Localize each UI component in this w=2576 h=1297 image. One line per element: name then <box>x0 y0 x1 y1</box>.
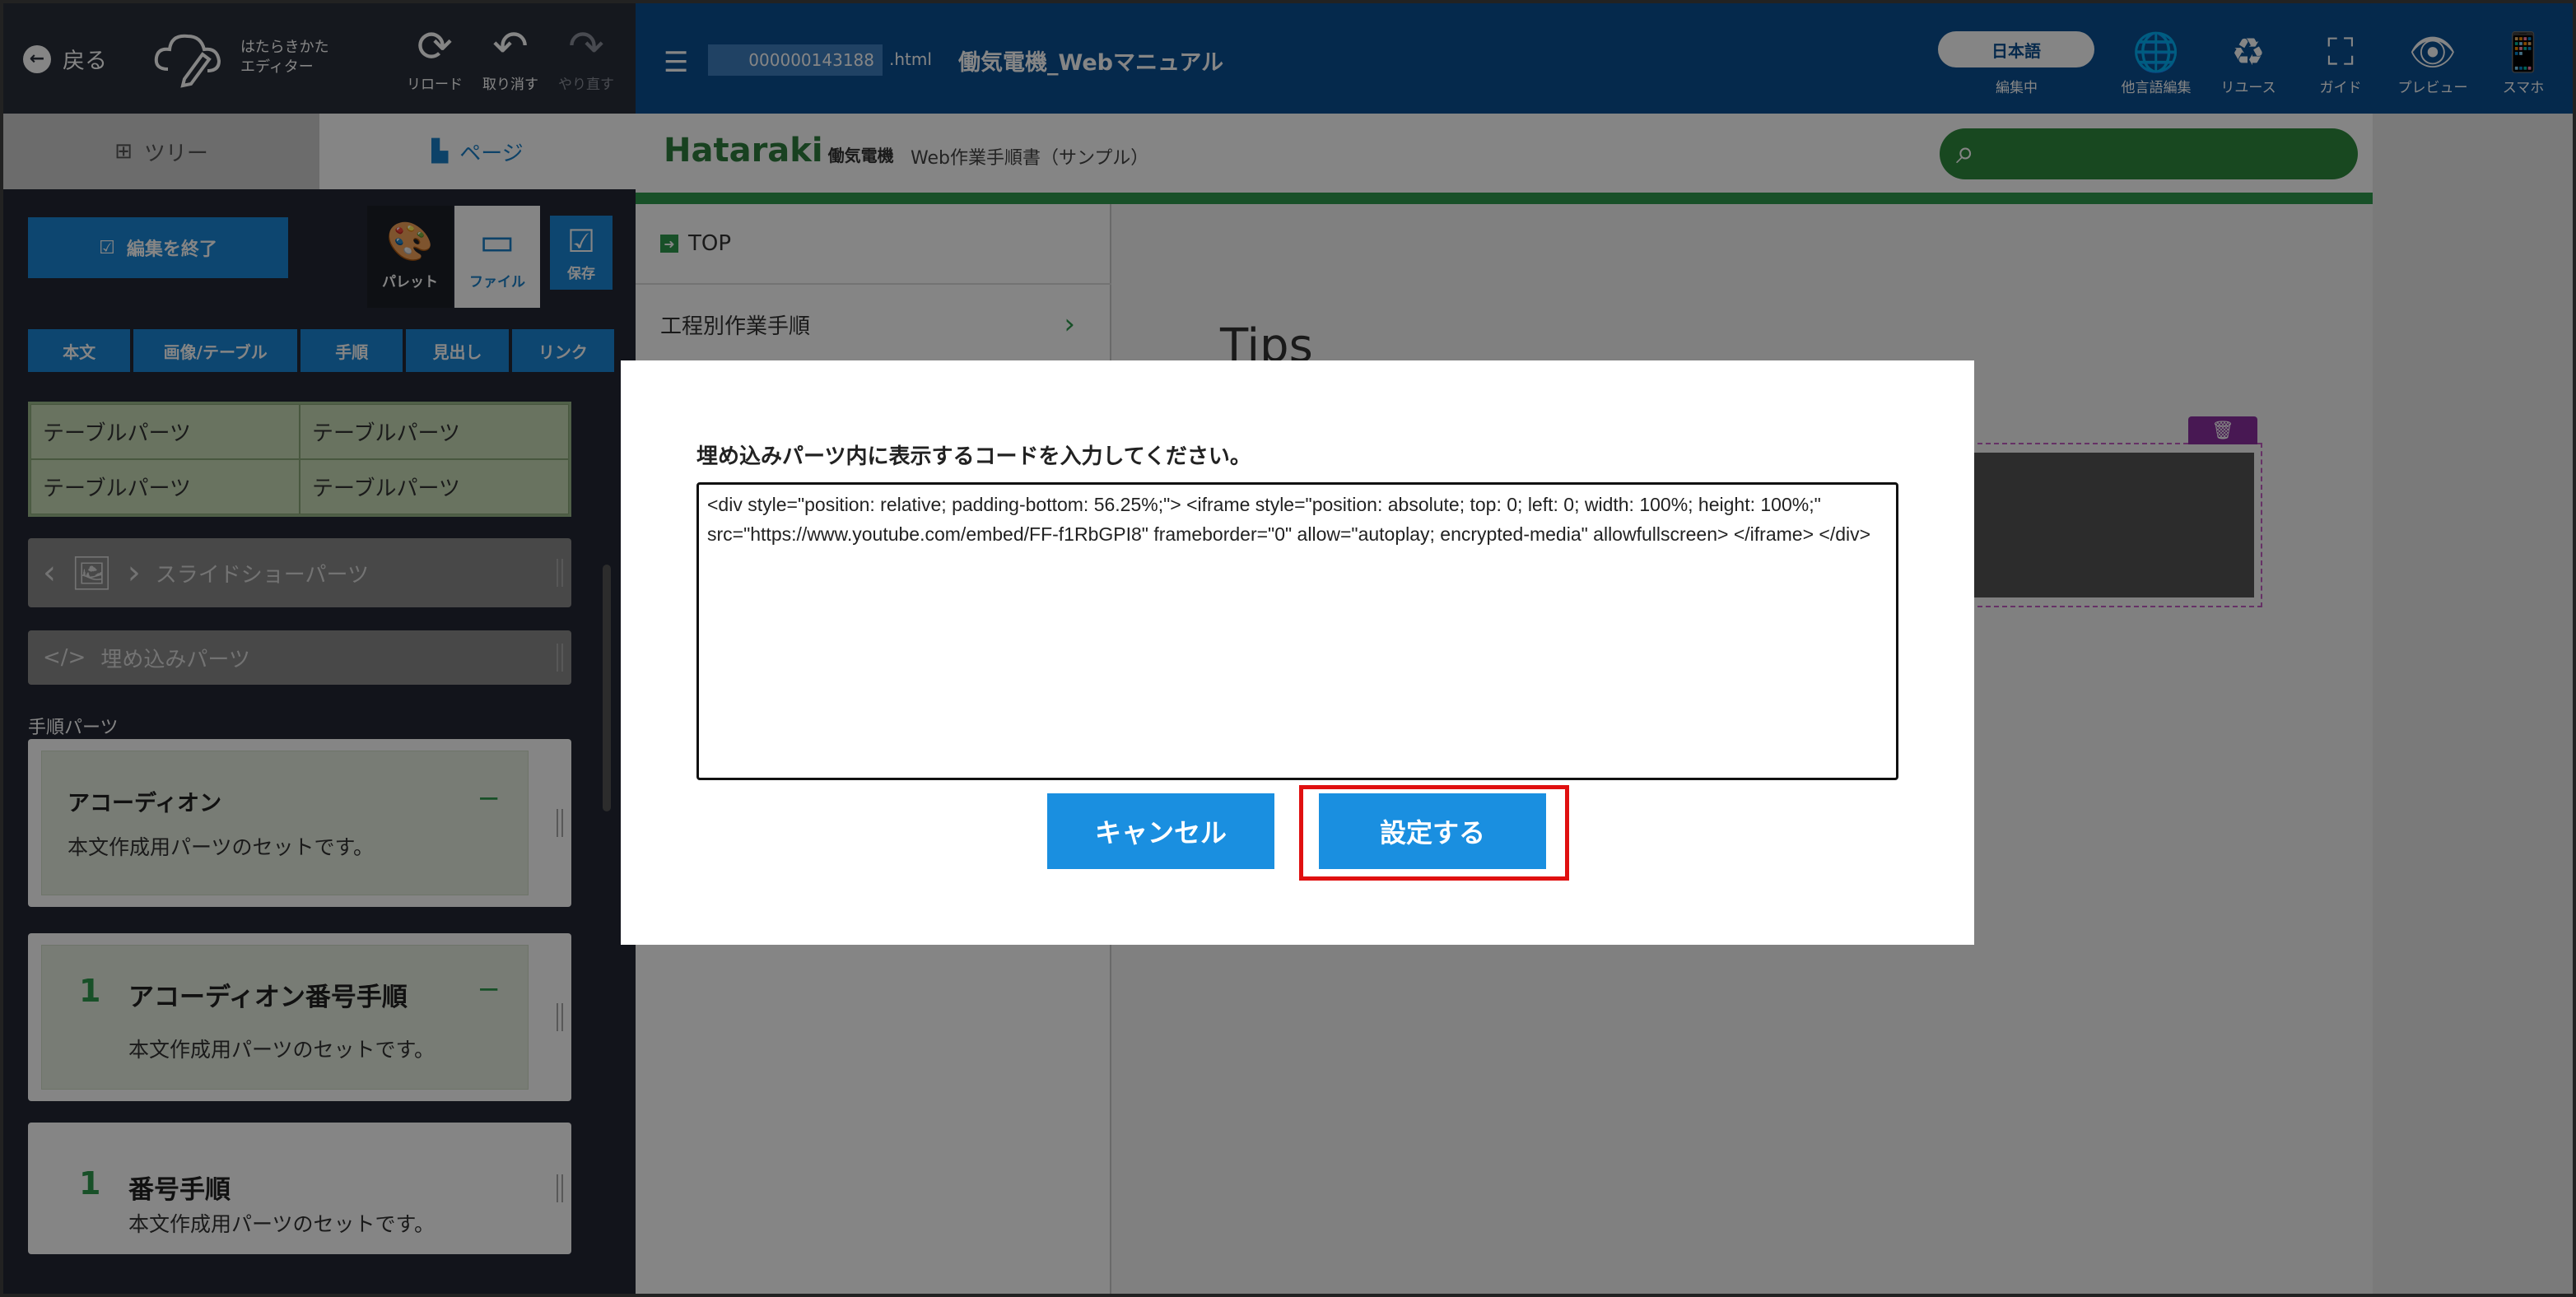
cancel-button[interactable]: キャンセル <box>1047 793 1274 869</box>
embed-code-input[interactable]: <div style="position: relative; padding-… <box>696 482 1898 780</box>
app-window: ← 戻る はたらきかた エディター ⟳ リロード ↶ 取り消す ↷ やり直す ⊞… <box>0 0 2576 1297</box>
dialog-prompt: 埋め込みパーツ内に表示するコードを入力してください。 <box>696 444 1251 469</box>
embed-code-dialog: 埋め込みパーツ内に表示するコードを入力してください。 <div style="p… <box>621 360 1974 945</box>
highlight-box <box>1299 785 1569 881</box>
